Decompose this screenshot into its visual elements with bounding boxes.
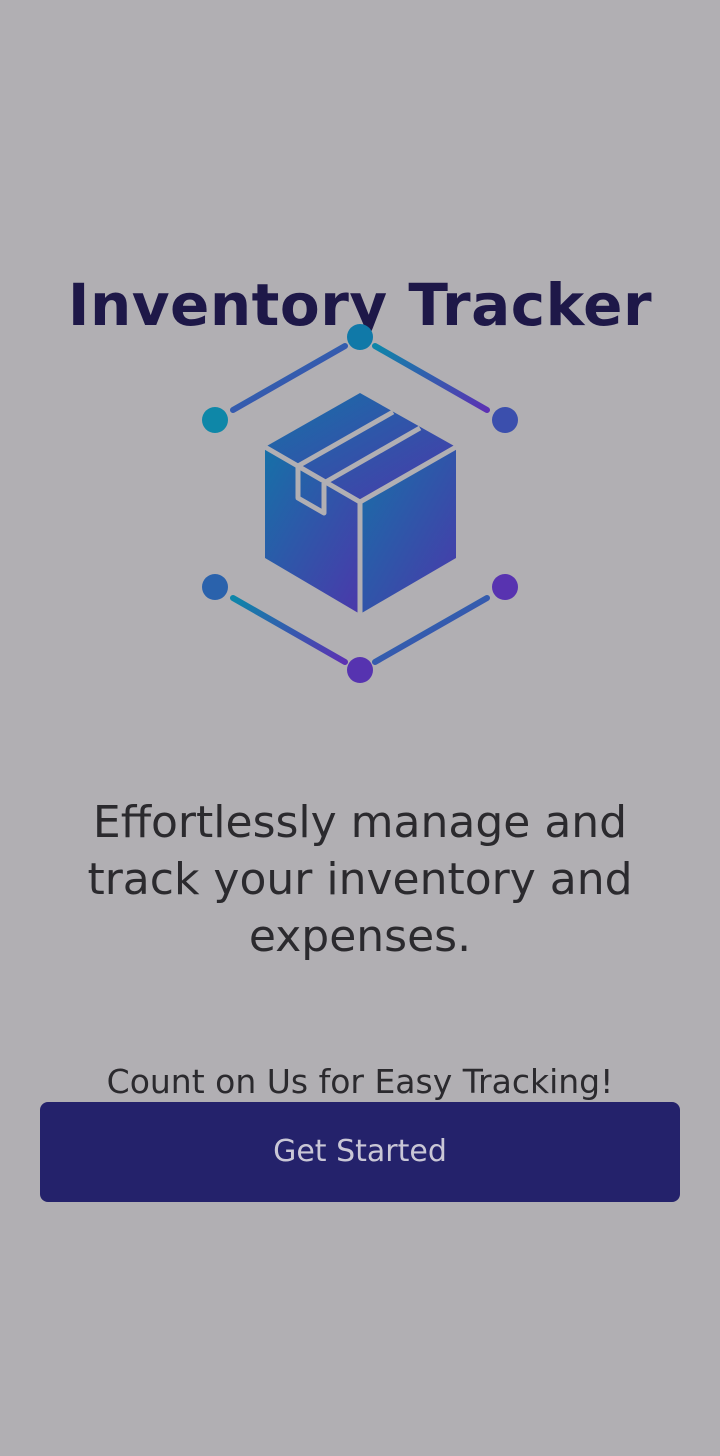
get-started-button[interactable]: Get Started xyxy=(40,1102,680,1202)
app-logo xyxy=(198,320,522,688)
tagline: Effortlessly manage and track your inven… xyxy=(87,797,633,962)
subline: Count on Us for Easy Tracking! xyxy=(106,1062,614,1101)
package-box-network-icon xyxy=(202,324,518,683)
onboarding-screen: Inventory Tracker Effortlessly manage an… xyxy=(0,0,720,1456)
